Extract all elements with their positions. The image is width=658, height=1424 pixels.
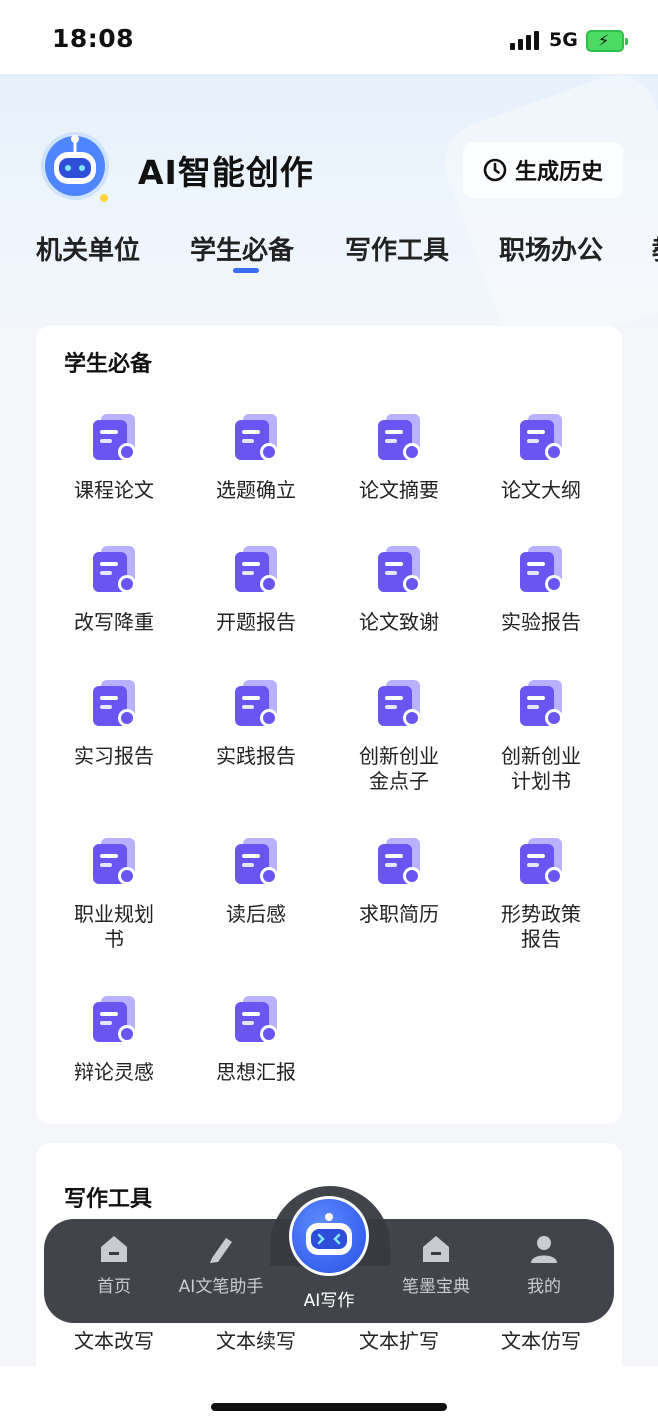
- tab-education[interactable]: 教: [652, 230, 658, 267]
- tool-label: 实践报告: [216, 744, 296, 768]
- tab-student[interactable]: 学生必备: [190, 230, 294, 267]
- tool-label: 论文大纲: [501, 478, 581, 502]
- student-tool-item[interactable]: 论文摘要: [329, 410, 469, 503]
- tool-label: 形势政策 报告: [501, 902, 581, 951]
- student-tool-item[interactable]: 改写降重: [44, 542, 184, 635]
- flag-document-icon: [520, 680, 563, 727]
- student-tool-item[interactable]: 实践报告: [186, 676, 326, 769]
- student-section: 学生必备 课程论文 选题确立 论文摘要 论文大纲改写降重 开题报告 论文致谢 实验报告实习报…: [36, 326, 622, 1124]
- clipboard-tie-icon: [93, 680, 136, 727]
- robot-icon: [306, 1213, 352, 1255]
- tool-label: 课程论文: [74, 478, 154, 502]
- home-icon: [101, 1236, 127, 1262]
- student-tool-item[interactable]: 选题确立: [186, 410, 326, 503]
- tab-writing-tools[interactable]: 写作工具: [345, 230, 449, 267]
- active-tab-indicator: [233, 268, 259, 273]
- pen-icon: [210, 1238, 232, 1263]
- quote-clipboard-icon: [378, 414, 421, 461]
- nav-label: 笔墨宝典: [402, 1277, 470, 1297]
- history-button[interactable]: 生成历史: [463, 142, 623, 198]
- nav-home[interactable]: 首页: [59, 1232, 169, 1297]
- tool-label: 文本续写: [216, 1329, 296, 1353]
- student-tool-item[interactable]: 论文大纲: [471, 410, 611, 503]
- nav-label: 我的: [527, 1277, 561, 1297]
- status-bar: 18:08 5G ⚡: [0, 0, 658, 74]
- tool-label: 创新创业 计划书: [501, 744, 581, 793]
- section-title: 写作工具: [64, 1187, 153, 1212]
- bottom-safe-area: [0, 1366, 658, 1424]
- tool-label: 思想汇报: [216, 1060, 296, 1084]
- student-tool-item[interactable]: 读后感: [186, 834, 326, 927]
- tool-label: 创新创业 金点子: [359, 744, 439, 793]
- clipboard-pen-icon: [235, 996, 278, 1043]
- tool-label: 论文摘要: [359, 478, 439, 502]
- book-icon: [423, 1236, 449, 1262]
- app-logo-icon: [41, 132, 109, 202]
- nav-label: AI写作: [303, 1291, 355, 1311]
- upload-document-icon: [378, 680, 421, 727]
- section-title: 学生必备: [64, 352, 153, 377]
- student-tool-item[interactable]: 实验报告: [471, 542, 611, 635]
- tool-label: 文本仿写: [501, 1329, 581, 1353]
- category-tabs: 机关单位 学生必备 写作工具 职场办公 教: [0, 230, 658, 290]
- app-title: AI智能创作: [138, 153, 314, 192]
- clipboard-chart-icon: [235, 680, 278, 727]
- tool-label: 文本改写: [74, 1329, 154, 1353]
- document-pen-icon: [93, 414, 136, 461]
- trend-clipboard-icon: [520, 838, 563, 885]
- tool-label: 读后感: [226, 902, 286, 926]
- tab-office[interactable]: 职场办公: [499, 230, 603, 267]
- header: AI智能创作 生成历史 机关单位 学生必备 写作工具 职场办公 教: [0, 74, 658, 328]
- battery-icon: ⚡: [586, 30, 628, 52]
- nav-profile[interactable]: 我的: [489, 1232, 599, 1297]
- nav-label: 首页: [97, 1277, 131, 1297]
- network-label: 5G: [549, 29, 578, 51]
- experiment-graph-icon: [520, 546, 563, 593]
- tool-label: 实验报告: [501, 610, 581, 634]
- student-tool-item[interactable]: 思想汇报: [186, 992, 326, 1085]
- student-tool-item[interactable]: 实习报告: [44, 676, 184, 769]
- play-document-icon: [235, 838, 278, 885]
- nav-ai-writing-button[interactable]: [289, 1196, 369, 1276]
- status-time: 18:08: [52, 24, 135, 53]
- tool-label: 论文致谢: [359, 610, 439, 634]
- nav-writing-assistant[interactable]: AI文笔助手: [166, 1232, 276, 1297]
- tool-label: 辩论灵感: [74, 1060, 154, 1084]
- student-tool-item[interactable]: 辩论灵感: [44, 992, 184, 1085]
- student-tool-item[interactable]: 创新创业 金点子: [329, 676, 469, 794]
- tie-book-icon: [93, 838, 136, 885]
- tab-government[interactable]: 机关单位: [36, 230, 140, 267]
- student-tool-item[interactable]: 求职简历: [329, 834, 469, 927]
- tool-label: 职业规划 书: [74, 902, 154, 951]
- signal-icon: [510, 30, 539, 50]
- student-tool-item[interactable]: 课程论文: [44, 410, 184, 503]
- student-tool-item[interactable]: 职业规划 书: [44, 834, 184, 952]
- search-document-icon: [93, 546, 136, 593]
- history-label: 生成历史: [514, 160, 603, 185]
- student-tool-item[interactable]: 形势政策 报告: [471, 834, 611, 952]
- tool-label: 实习报告: [74, 744, 154, 768]
- debate-person-icon: [93, 996, 136, 1043]
- resume-person-icon: [378, 838, 421, 885]
- nav-book[interactable]: 笔墨宝典: [381, 1232, 491, 1297]
- student-tool-item[interactable]: 论文致谢: [329, 542, 469, 635]
- document-edit-icon: [235, 546, 278, 593]
- text-heart-icon: [378, 546, 421, 593]
- person-icon: [531, 1236, 557, 1263]
- tool-label: 改写降重: [74, 610, 154, 634]
- tool-label: 选题确立: [216, 478, 296, 502]
- student-tool-item[interactable]: 开题报告: [186, 542, 326, 635]
- outline-tree-icon: [520, 414, 563, 461]
- home-indicator: [211, 1403, 447, 1411]
- checklist-star-icon: [235, 414, 278, 461]
- nav-ai-writing[interactable]: AI写作: [274, 1286, 384, 1311]
- nav-label: AI文笔助手: [178, 1277, 264, 1297]
- tool-label: 开题报告: [216, 610, 296, 634]
- clock-icon: [483, 158, 507, 182]
- tool-label: 文本扩写: [359, 1329, 439, 1353]
- tool-label: 求职简历: [359, 902, 439, 926]
- student-tool-item[interactable]: 创新创业 计划书: [471, 676, 611, 794]
